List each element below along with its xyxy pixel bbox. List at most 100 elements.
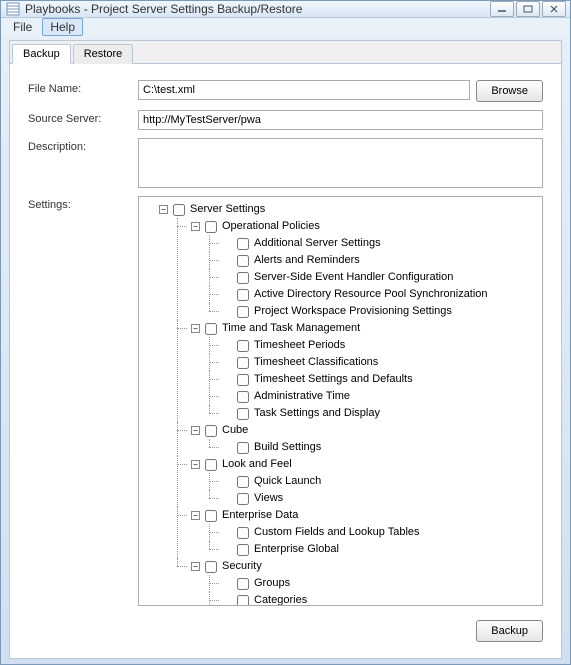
tree-checkbox[interactable] — [237, 578, 249, 590]
footer: Backup — [28, 614, 543, 642]
tree-node-label[interactable]: Operational Policies — [222, 218, 320, 235]
app-icon — [5, 1, 21, 17]
tree-checkbox[interactable] — [237, 544, 249, 556]
tree-node-label[interactable]: Additional Server Settings — [254, 235, 381, 252]
expander-icon[interactable]: − — [191, 222, 200, 231]
expander-icon[interactable]: − — [191, 324, 200, 333]
tree-checkbox[interactable] — [205, 459, 217, 471]
tree-node-label[interactable]: Alerts and Reminders — [254, 252, 360, 269]
tree-node-label[interactable]: Timesheet Classifications — [254, 354, 378, 371]
expander-spacer — [223, 477, 232, 486]
tree-node-label[interactable]: Custom Fields and Lookup Tables — [254, 524, 420, 541]
label-file-name: File Name: — [28, 80, 128, 95]
tree-node-label[interactable]: Cube — [222, 422, 248, 439]
browse-button[interactable]: Browse — [476, 80, 543, 102]
tree-node-label[interactable]: Time and Task Management — [222, 320, 360, 337]
tree-node-label[interactable]: Categories — [254, 592, 307, 606]
tree-node-label[interactable]: Groups — [254, 575, 290, 592]
tree-node-label[interactable]: Task Settings and Display — [254, 405, 380, 422]
tree-checkbox[interactable] — [237, 408, 249, 420]
tree-checkbox[interactable] — [173, 204, 185, 216]
tree-checkbox[interactable] — [237, 527, 249, 539]
menubar: File Help — [1, 18, 570, 36]
tree-node-label[interactable]: Project Workspace Provisioning Settings — [254, 303, 452, 320]
tabstrip: Backup Restore — [10, 41, 561, 64]
tree-checkbox[interactable] — [237, 238, 249, 250]
content-panel: Backup Restore File Name: Browse Source … — [9, 40, 562, 659]
tree-checkbox[interactable] — [237, 595, 249, 607]
expander-icon[interactable]: − — [191, 562, 200, 571]
expander-spacer — [223, 273, 232, 282]
expander-icon[interactable]: − — [159, 205, 168, 214]
tree-checkbox[interactable] — [237, 476, 249, 488]
tree-node-label[interactable]: Look and Feel — [222, 456, 292, 473]
tree-node-label[interactable]: Security — [222, 558, 262, 575]
row-settings: Settings: − Server Settings − Operational P… — [28, 196, 543, 606]
tree-checkbox[interactable] — [237, 442, 249, 454]
tree-checkbox[interactable] — [205, 510, 217, 522]
expander-spacer — [223, 409, 232, 418]
expander-spacer — [223, 358, 232, 367]
app-window: Playbooks - Project Server Settings Back… — [0, 0, 571, 665]
tab-backup[interactable]: Backup — [12, 44, 71, 64]
tree-node-label[interactable]: Enterprise Global — [254, 541, 339, 558]
tree-checkbox[interactable] — [237, 374, 249, 386]
expander-spacer — [223, 307, 232, 316]
row-file-name: File Name: Browse — [28, 80, 543, 102]
label-settings: Settings: — [28, 196, 128, 211]
expander-spacer — [223, 494, 232, 503]
tree-checkbox[interactable] — [237, 357, 249, 369]
expander-spacer — [223, 443, 232, 452]
expander-spacer — [223, 545, 232, 554]
tree-node-label[interactable]: Build Settings — [254, 439, 321, 456]
tree-checkbox[interactable] — [205, 323, 217, 335]
settings-tree[interactable]: − Server Settings − Operational PoliciesAdd… — [138, 196, 543, 606]
tree-node-label[interactable]: Timesheet Settings and Defaults — [254, 371, 413, 388]
tree-checkbox[interactable] — [205, 425, 217, 437]
expander-icon[interactable]: − — [191, 511, 200, 520]
expander-spacer — [223, 239, 232, 248]
expander-spacer — [223, 579, 232, 588]
tree-node-label[interactable]: Administrative Time — [254, 388, 350, 405]
close-button[interactable] — [542, 1, 566, 17]
menu-file[interactable]: File — [5, 18, 40, 36]
tree-checkbox[interactable] — [237, 306, 249, 318]
file-name-input[interactable] — [138, 80, 470, 100]
expander-spacer — [223, 596, 232, 605]
row-source-server: Source Server: — [28, 110, 543, 130]
tree-node-label[interactable]: Quick Launch — [254, 473, 321, 490]
expander-icon[interactable]: − — [191, 426, 200, 435]
tree-checkbox[interactable] — [237, 340, 249, 352]
minimize-button[interactable] — [490, 1, 514, 17]
description-input[interactable] — [138, 138, 543, 188]
label-description: Description: — [28, 138, 128, 153]
tree-checkbox[interactable] — [205, 561, 217, 573]
tree-checkbox[interactable] — [237, 289, 249, 301]
tab-restore[interactable]: Restore — [73, 44, 134, 64]
tree-checkbox[interactable] — [237, 255, 249, 267]
tree-node-label[interactable]: Server-Side Event Handler Configuration — [254, 269, 453, 286]
window-title: Playbooks - Project Server Settings Back… — [25, 2, 490, 16]
tree-node-label[interactable]: Enterprise Data — [222, 507, 298, 524]
expander-spacer — [223, 375, 232, 384]
window-controls — [490, 1, 566, 17]
expander-icon[interactable]: − — [191, 460, 200, 469]
source-server-input[interactable] — [138, 110, 543, 130]
tree-node-label[interactable]: Active Directory Resource Pool Synchroni… — [254, 286, 488, 303]
tree-node-label[interactable]: Timesheet Periods — [254, 337, 345, 354]
tab-body-backup: File Name: Browse Source Server: Descrip… — [10, 64, 561, 658]
backup-button[interactable]: Backup — [476, 620, 543, 642]
menu-help[interactable]: Help — [42, 18, 83, 36]
tree-node-label[interactable]: Server Settings — [190, 201, 265, 218]
maximize-button[interactable] — [516, 1, 540, 17]
expander-spacer — [223, 256, 232, 265]
tree-checkbox[interactable] — [237, 391, 249, 403]
expander-spacer — [223, 528, 232, 537]
expander-spacer — [223, 392, 232, 401]
label-source-server: Source Server: — [28, 110, 128, 125]
tree-checkbox[interactable] — [205, 221, 217, 233]
expander-spacer — [223, 290, 232, 299]
tree-node-label[interactable]: Views — [254, 490, 283, 507]
tree-checkbox[interactable] — [237, 272, 249, 284]
tree-checkbox[interactable] — [237, 493, 249, 505]
